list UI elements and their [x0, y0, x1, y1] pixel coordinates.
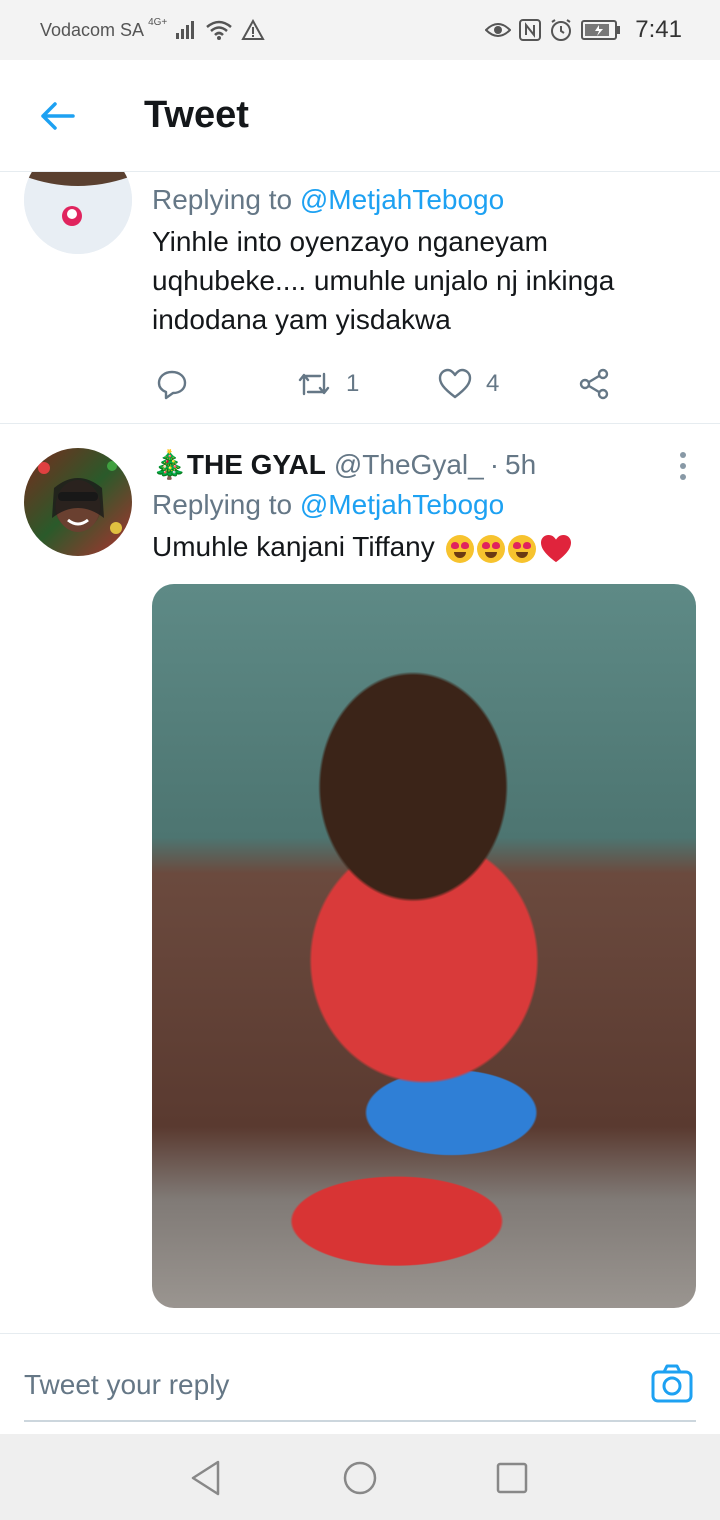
separator: ·: [489, 449, 500, 480]
header: Tweet: [0, 60, 720, 172]
alarm-icon: [549, 18, 573, 42]
back-button[interactable]: [22, 81, 92, 151]
eye-icon: [485, 20, 512, 40]
reply-icon: [157, 370, 187, 400]
replying-handle[interactable]: @MetjahTebogo: [300, 489, 504, 520]
clock: 7:41: [635, 16, 682, 43]
signal-icon: [175, 20, 197, 40]
wifi-icon: [205, 19, 233, 41]
status-left: Vodacom SA 4G+: [40, 16, 265, 41]
network-type: 4G+: [148, 16, 168, 28]
tweet-content: Replying to @MetjahTebogo Yinhle into oy…: [152, 184, 696, 339]
share-button[interactable]: [578, 368, 610, 400]
camera-icon: [651, 1364, 693, 1403]
tweet[interactable]: Replying to @MetjahTebogo Yinhle into oy…: [0, 172, 720, 424]
page-title: Tweet: [144, 94, 249, 136]
tree-emoji: 🎄: [152, 449, 187, 480]
replying-prefix: Replying to: [152, 184, 293, 215]
status-bar: Vodacom SA 4G+ 7:41: [0, 0, 720, 60]
nav-home-button[interactable]: [340, 1458, 380, 1498]
nav-recents-button[interactable]: [492, 1458, 532, 1498]
nav-back-button[interactable]: [186, 1458, 226, 1498]
avatar[interactable]: [24, 448, 132, 556]
reply-input[interactable]: [24, 1354, 624, 1416]
tweet-text: Yinhle into oyenzayo nganeyam uqhubeke..…: [152, 222, 696, 339]
replying-handle[interactable]: @MetjahTebogo: [300, 184, 504, 215]
battery-icon: [581, 19, 621, 41]
tweet-content: 🎄THE GYAL @TheGyal_ · 5h Replying to @Me…: [152, 448, 696, 566]
alert-icon: [241, 19, 265, 41]
nav-home-icon: [343, 1461, 377, 1495]
camera-button[interactable]: [650, 1362, 694, 1406]
tweet-actions: 1 4: [156, 362, 626, 406]
replying-prefix: Replying to: [152, 489, 293, 520]
retweet-count: 1: [346, 370, 360, 397]
carrier-name: Vodacom SA: [40, 19, 145, 40]
tweet-header: 🎄THE GYAL @TheGyal_ · 5h: [152, 448, 696, 481]
tweet-text-line: Yinhle into oyenzayo nganeyam: [152, 226, 548, 257]
reply-button[interactable]: [156, 368, 188, 400]
tweet-text-line: indodana yam yisdakwa: [152, 304, 451, 335]
heart-eyes-emoji: [445, 534, 474, 563]
retweet-icon: [298, 372, 330, 396]
replying-to: Replying to @MetjahTebogo: [152, 184, 696, 216]
red-heart-emoji: [540, 534, 571, 562]
replying-to: Replying to @MetjahTebogo: [152, 489, 696, 521]
like-count: 4: [486, 370, 500, 397]
status-right: 7:41: [485, 16, 682, 44]
display-name[interactable]: 🎄THE GYAL: [152, 448, 326, 481]
reply-underline: [24, 1420, 696, 1422]
nav-back-icon: [191, 1460, 220, 1496]
tweet-media-image[interactable]: [152, 584, 696, 1308]
retweet-button[interactable]: 1: [296, 368, 359, 400]
tweet-time: 5h: [505, 449, 537, 480]
tweet[interactable]: 🎄THE GYAL @TheGyal_ · 5h Replying to @Me…: [0, 424, 720, 1334]
tweet-text: Umuhle kanjani Tiffany: [152, 527, 696, 566]
nfc-icon: [519, 19, 542, 41]
avatar[interactable]: [24, 172, 132, 254]
like-button[interactable]: 4: [438, 368, 499, 400]
nav-recents-icon: [496, 1462, 528, 1494]
share-icon: [579, 368, 609, 400]
display-name-text: THE GYAL: [186, 449, 326, 480]
tweet-text-line: uqhubeke.... umuhle unjalo nj inkinga: [152, 265, 615, 296]
heart-eyes-emoji: [507, 534, 536, 563]
heart-eyes-emoji: [476, 534, 505, 563]
tweet-text-body: Umuhle kanjani Tiffany: [152, 531, 435, 562]
reply-bar: [0, 1334, 720, 1434]
heart-icon: [438, 368, 472, 399]
user-handle[interactable]: @TheGyal_: [334, 449, 484, 481]
system-nav-bar: [0, 1434, 720, 1520]
back-arrow-icon: [41, 101, 75, 130]
